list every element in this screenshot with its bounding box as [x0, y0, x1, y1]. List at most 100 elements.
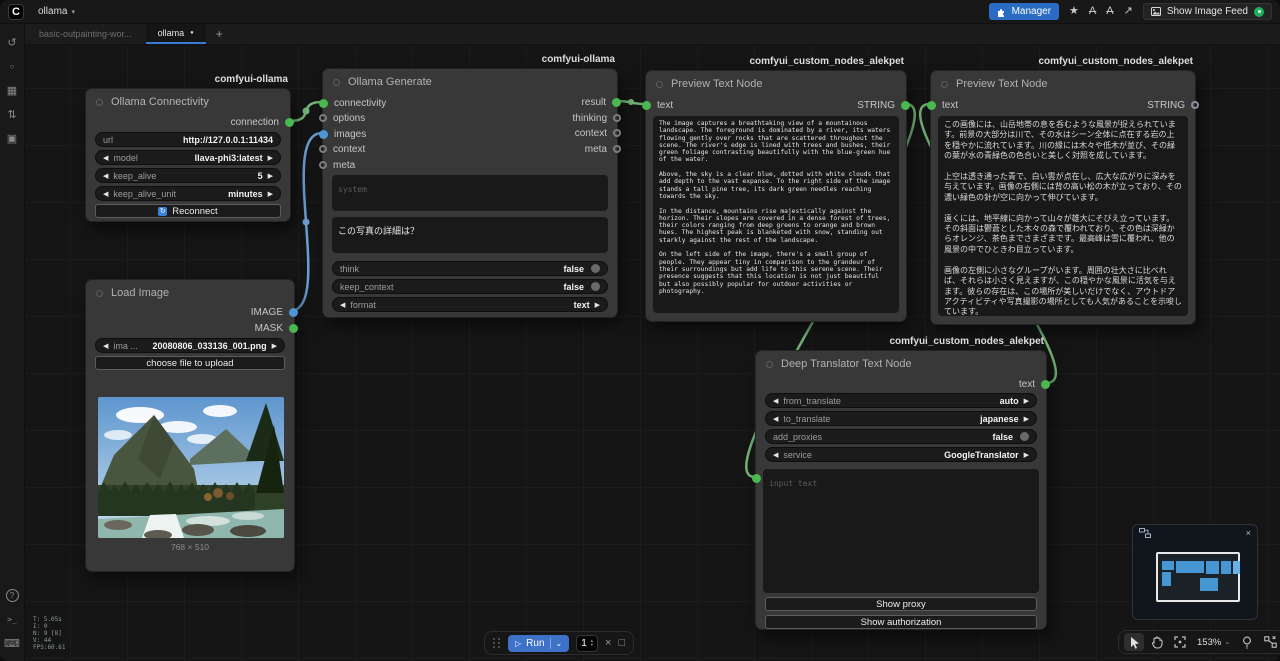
output-thinking[interactable]: thinking [573, 111, 621, 125]
port-dot-icon[interactable] [285, 118, 294, 127]
add-proxies-toggle[interactable]: add_proxies false [765, 429, 1037, 444]
tab-ollama[interactable]: ollama ● [146, 24, 206, 44]
collapse-dot-icon[interactable] [96, 99, 103, 106]
output-image[interactable]: IMAGE [251, 305, 298, 319]
port-dot-icon[interactable] [642, 101, 651, 110]
input-connectivity[interactable]: connectivity [319, 96, 386, 110]
port-dot-icon[interactable] [752, 474, 761, 483]
node-deep-translator[interactable]: comfyui_custom_nodes_alekpet Deep Transl… [755, 350, 1047, 630]
reconnect-button[interactable]: ↻ Reconnect [95, 204, 281, 218]
port-dot-icon[interactable] [289, 308, 298, 317]
chevron-down-icon[interactable]: ⌄ [556, 639, 563, 648]
workflow-menu[interactable]: ollama ▾ [38, 6, 75, 17]
output-string[interactable]: STRING [1147, 98, 1199, 112]
comfyui-logo[interactable]: C [8, 4, 24, 20]
keep-alive-widget[interactable]: ◀ keep_alive 5 ▶ [95, 168, 281, 183]
preview-text-area[interactable]: この画像には、山岳地帯の息を呑むような風景が捉えられています。前景の大部分は川で… [938, 116, 1188, 316]
model-library-icon[interactable]: ▣ [0, 126, 24, 150]
input-text[interactable]: text [927, 98, 958, 112]
combo-prev-icon[interactable]: ◀ [103, 342, 108, 350]
run-button[interactable]: ▷ Run ⌄ [508, 635, 569, 652]
choose-file-button[interactable]: choose file to upload [95, 356, 285, 370]
node-header[interactable]: Preview Text Node [931, 71, 1195, 95]
combo-prev-icon[interactable]: ◀ [103, 172, 108, 180]
output-mask[interactable]: MASK [255, 321, 298, 335]
node-ollama-connectivity[interactable]: comfyui-ollama Ollama Connectivity conne… [85, 88, 291, 222]
image-feed-toggle-icon[interactable] [1254, 7, 1264, 17]
output-string[interactable]: STRING [857, 98, 910, 112]
translator-textarea[interactable]: input text [763, 469, 1039, 593]
minimap-viewport[interactable] [1156, 552, 1240, 602]
zoom-level-dropdown[interactable]: 153% ⌄ [1193, 637, 1234, 648]
input-text[interactable] [752, 471, 761, 485]
keep-alive-unit-widget[interactable]: ◀ keep_alive_unit minutes ▶ [95, 186, 281, 201]
fit-view-button[interactable] [1170, 633, 1190, 651]
model-widget[interactable]: ◀ model llava-phi3:latest ▶ [95, 150, 281, 165]
show-authorization-button[interactable]: Show authorization [765, 615, 1037, 629]
port-dot-icon[interactable] [901, 101, 910, 110]
tab-basic-outpainting[interactable]: basic-outpainting-wor... [25, 24, 146, 44]
port-dot-icon[interactable] [613, 145, 621, 153]
input-meta[interactable]: meta [319, 158, 355, 172]
port-dot-icon[interactable] [927, 101, 936, 110]
port-dot-icon[interactable] [1041, 380, 1050, 389]
node-header[interactable]: Ollama Generate [323, 69, 617, 93]
node-preview-text-ja[interactable]: comfyui_custom_nodes_alekpet Preview Tex… [930, 70, 1196, 325]
output-context[interactable]: context [575, 126, 621, 140]
collapse-dot-icon[interactable] [766, 361, 773, 368]
node-header[interactable]: Load Image [86, 280, 294, 304]
combo-prev-icon[interactable]: ◀ [773, 451, 778, 459]
star-icon[interactable]: ★ [1069, 6, 1079, 17]
new-tab-button[interactable]: + [206, 24, 233, 44]
think-toggle[interactable]: think false [332, 261, 608, 276]
collapse-dot-icon[interactable] [96, 290, 103, 297]
collapse-dot-icon[interactable] [941, 81, 948, 88]
toggle-knob-icon[interactable] [591, 264, 600, 273]
port-dot-icon[interactable] [319, 114, 327, 122]
combo-next-icon[interactable]: ▶ [268, 190, 273, 198]
to-translate-widget[interactable]: ◀ to_translate japanese ▶ [765, 411, 1037, 426]
keep-context-toggle[interactable]: keep_context false [332, 279, 608, 294]
port-dot-icon[interactable] [319, 130, 328, 139]
port-dot-icon[interactable] [319, 99, 328, 108]
port-dot-icon[interactable] [613, 114, 621, 122]
combo-next-icon[interactable]: ▶ [595, 301, 600, 309]
port-dot-icon[interactable] [612, 98, 621, 107]
image-preview[interactable] [98, 397, 284, 538]
terminal-icon[interactable]: >_ [0, 607, 24, 631]
output-meta[interactable]: meta [585, 142, 621, 156]
node-library-icon[interactable]: ▦ [0, 78, 24, 102]
combo-next-icon[interactable]: ▶ [1024, 415, 1029, 423]
queue-history-icon[interactable]: ↺ [0, 30, 24, 54]
show-image-feed-button[interactable]: Show Image Feed [1143, 3, 1272, 20]
node-header[interactable]: Ollama Connectivity [86, 89, 290, 113]
close-icon[interactable]: × [1246, 528, 1251, 538]
output-text[interactable]: text [1019, 377, 1050, 391]
format-widget[interactable]: ◀ format text ▶ [332, 297, 608, 312]
clear-queue-icon[interactable]: × [605, 637, 611, 649]
collapse-dot-icon[interactable] [656, 81, 663, 88]
shortcuts-icon[interactable]: ⌨ [0, 631, 24, 655]
port-dot-icon[interactable] [613, 129, 621, 137]
combo-next-icon[interactable]: ▶ [268, 154, 273, 162]
toggle-knob-icon[interactable] [1020, 432, 1029, 441]
minimap-menu-icon[interactable] [1139, 528, 1151, 538]
prompt-textarea[interactable]: この写真の詳細は？ [332, 217, 608, 253]
input-images[interactable]: images [319, 127, 366, 141]
input-context[interactable]: context [319, 142, 365, 156]
pan-tool-button[interactable] [1147, 633, 1167, 651]
toggle-hints-button[interactable] [1237, 633, 1257, 651]
combo-next-icon[interactable]: ▶ [1024, 397, 1029, 405]
node-header[interactable]: Preview Text Node [646, 71, 906, 95]
from-translate-widget[interactable]: ◀ from_translate auto ▶ [765, 393, 1037, 408]
input-options[interactable]: options [319, 111, 365, 125]
port-dot-icon[interactable] [289, 324, 298, 333]
minimap-panel[interactable]: × [1132, 524, 1258, 620]
system-textarea[interactable]: system [332, 175, 608, 211]
share-icon[interactable]: ↗ [1124, 6, 1133, 17]
stop-icon[interactable]: □ [618, 637, 625, 649]
output-result[interactable]: result [582, 95, 621, 109]
workflows-icon[interactable]: ⇅ [0, 102, 24, 126]
node-load-image[interactable]: Load Image IMAGE MASK ◀ ima ... 20080806… [85, 279, 295, 572]
help-icon[interactable]: ? [0, 583, 24, 607]
